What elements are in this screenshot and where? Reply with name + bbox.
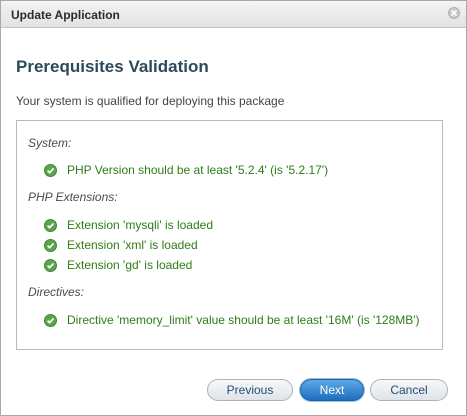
cancel-button[interactable]: Cancel <box>370 379 448 401</box>
check-item-text: Extension 'mysqli' is loaded <box>67 218 213 232</box>
previous-button[interactable]: Previous <box>207 379 293 401</box>
check-circle-icon <box>44 259 57 272</box>
check-circle-icon <box>44 239 57 252</box>
check-item-text: Extension 'gd' is loaded <box>67 258 193 272</box>
section-label-php-extensions: PHP Extensions: <box>28 190 118 204</box>
close-icon[interactable] <box>448 7 460 19</box>
page-subtitle: Your system is qualified for deploying t… <box>16 94 285 108</box>
check-circle-icon <box>44 164 57 177</box>
page-title: Prerequisites Validation <box>16 57 209 76</box>
check-item-text: PHP Version should be at least '5.2.4' (… <box>67 163 329 177</box>
title-bar: Update Application <box>1 1 466 28</box>
next-button[interactable]: Next <box>300 379 364 401</box>
check-circle-icon <box>44 314 57 327</box>
check-circle-icon <box>44 219 57 232</box>
check-item-text: Directive 'memory_limit' value should be… <box>67 313 420 327</box>
check-item-text: Extension 'xml' is loaded <box>67 238 198 252</box>
window-title: Update Application <box>11 8 120 22</box>
section-label-directives: Directives: <box>28 285 85 299</box>
update-application-dialog: Update Application Prerequisites Validat… <box>0 0 467 416</box>
validation-results-panel: System: PHP Version should be at least '… <box>16 120 443 350</box>
section-label-system: System: <box>28 136 72 150</box>
